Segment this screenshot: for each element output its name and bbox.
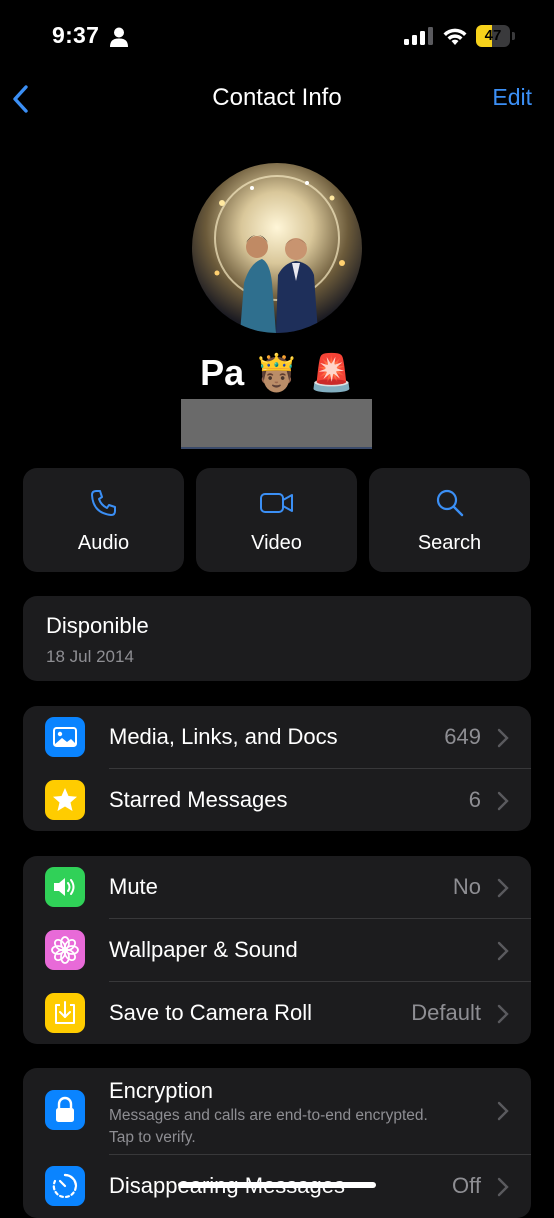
page-title: Contact Info [212, 84, 342, 111]
save-camera-roll-label: Save to Camera Roll [109, 1000, 312, 1025]
lock-icon [45, 1090, 85, 1130]
phone-icon [90, 490, 116, 516]
chevron-right-icon [497, 728, 509, 748]
star-icon [45, 780, 85, 820]
video-call-button[interactable]: Video [196, 468, 357, 572]
wallpaper-label: Wallpaper & Sound [109, 937, 298, 962]
contact-avatar[interactable] [192, 163, 362, 333]
chevron-right-icon [497, 878, 509, 898]
starred-count: 6 [468, 787, 481, 812]
status-time: 9:37 [52, 22, 100, 48]
save-camera-roll-value: Default [411, 1000, 481, 1025]
person-icon [110, 27, 128, 47]
starred-messages-row[interactable]: Starred Messages 6 [23, 769, 531, 831]
settings-group: Mute No Wallpaper & Sound Save to Camera… [23, 856, 531, 1044]
search-label: Search [417, 532, 482, 554]
audio-call-button[interactable]: Audio [23, 468, 184, 572]
mute-row[interactable]: Mute No [23, 856, 531, 918]
flower-icon [45, 930, 85, 970]
media-label: Media, Links, and Docs [109, 724, 338, 749]
speaker-icon [45, 867, 85, 907]
chevron-right-icon [497, 1177, 509, 1197]
search-icon [436, 489, 463, 517]
privacy-group: Encryption Messages and calls are end-to… [23, 1068, 531, 1218]
encryption-row[interactable]: Encryption Messages and calls are end-to… [23, 1068, 531, 1154]
mute-label: Mute [109, 874, 158, 899]
media-group: Media, Links, and Docs 649 Starred Messa… [23, 706, 531, 831]
starred-label: Starred Messages [109, 787, 288, 812]
about-date: 18 Jul 2014 [46, 647, 134, 666]
audio-label: Audio [77, 532, 130, 554]
search-button[interactable]: Search [369, 468, 530, 572]
redacted-phone-number [181, 399, 372, 449]
wallpaper-sound-row[interactable]: Wallpaper & Sound [23, 919, 531, 981]
chevron-right-icon [497, 941, 509, 961]
battery-percent: 47 [484, 27, 502, 44]
about-status: Disponible [46, 613, 149, 638]
contact-name: Pa 🤴🏽 🚨 [200, 352, 354, 393]
wifi-icon [443, 28, 467, 45]
video-label: Video [251, 532, 302, 554]
timer-icon [45, 1166, 85, 1206]
battery-indicator: 47 [476, 25, 516, 47]
disappearing-value: Off [452, 1173, 481, 1198]
home-indicator [178, 1182, 376, 1188]
download-icon [45, 993, 85, 1033]
save-to-camera-roll-row[interactable]: Save to Camera Roll Default [23, 982, 531, 1044]
chevron-right-icon [497, 1101, 509, 1121]
chevron-right-icon [497, 791, 509, 811]
media-count: 649 [444, 724, 481, 749]
video-icon [259, 493, 293, 513]
cellular-signal-icon [404, 27, 433, 45]
photo-icon [45, 717, 85, 757]
chevron-right-icon [497, 1004, 509, 1024]
encryption-label: Encryption [109, 1078, 213, 1103]
media-links-docs-row[interactable]: Media, Links, and Docs 649 [23, 706, 531, 768]
edit-button[interactable]: Edit [492, 84, 532, 111]
encryption-description: Messages and calls are end-to-end encryp… [109, 1107, 428, 1146]
mute-value: No [452, 874, 481, 899]
